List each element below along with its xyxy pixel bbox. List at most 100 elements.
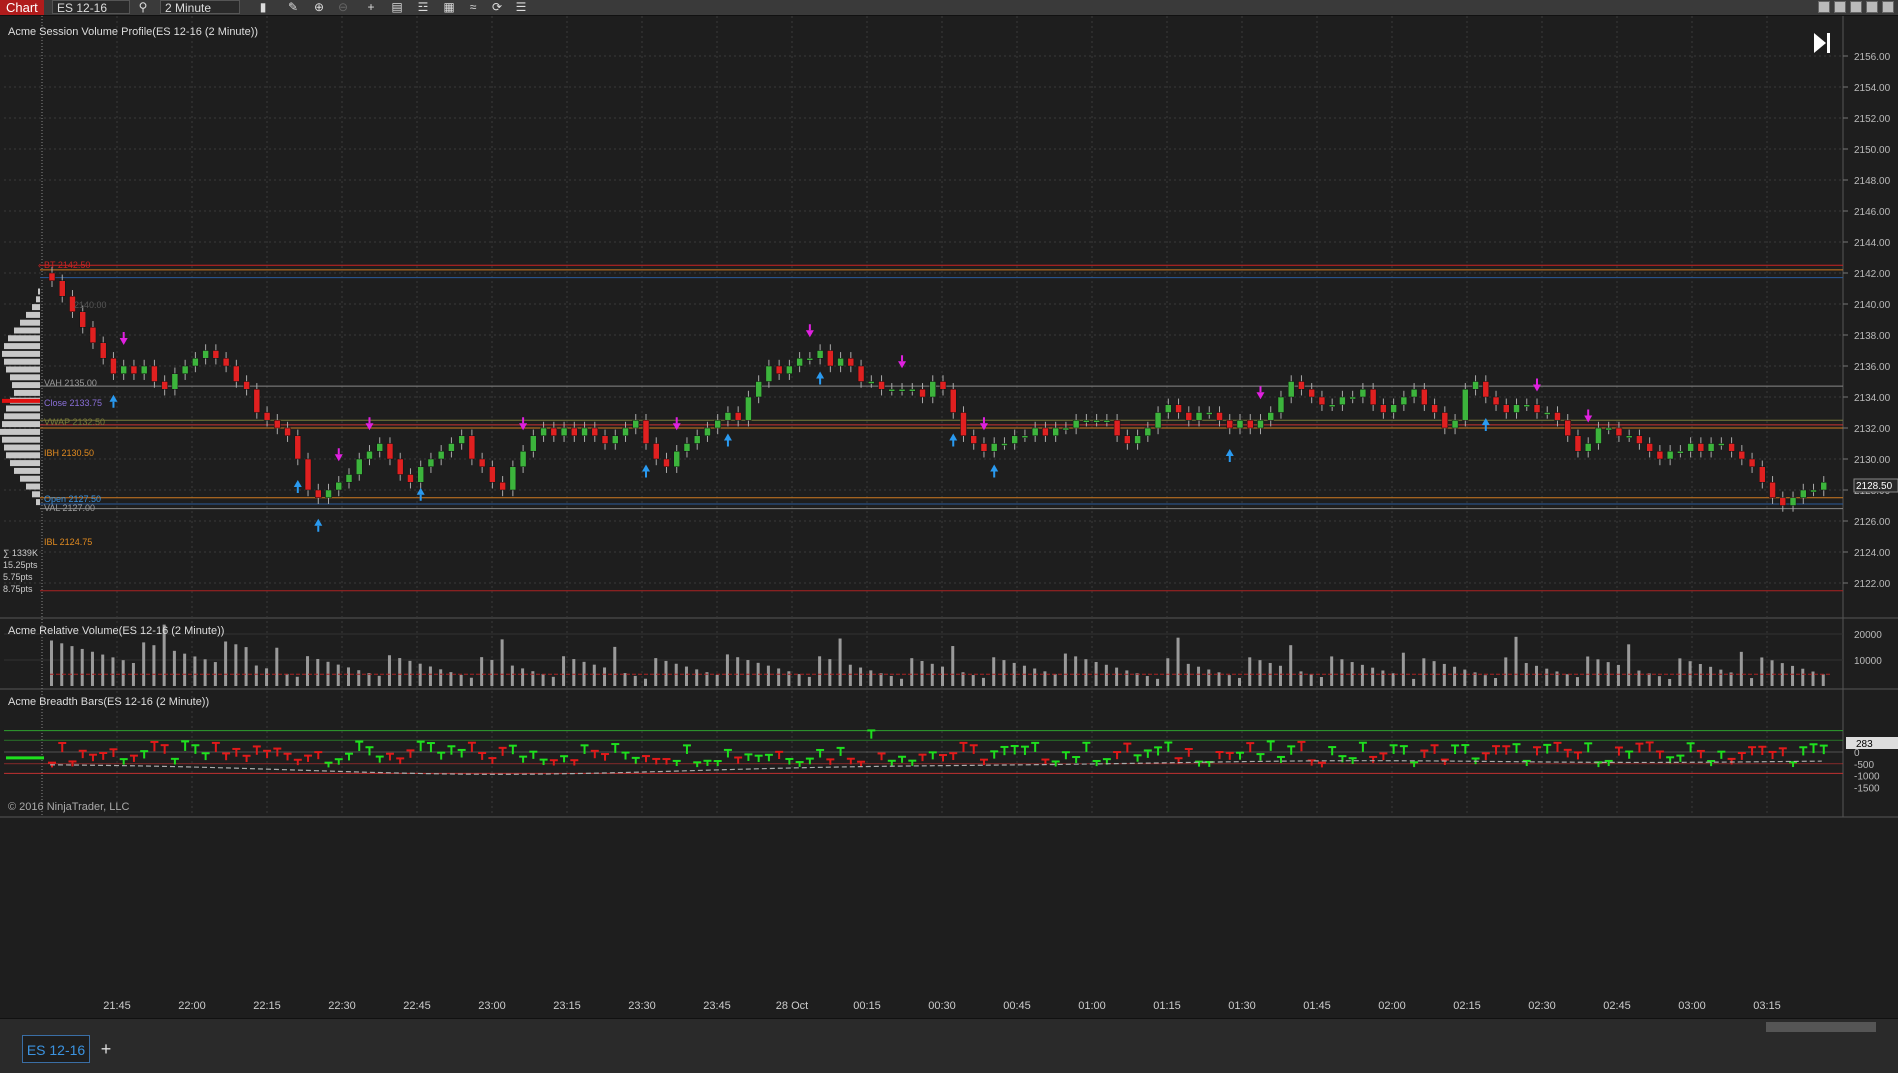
time-axis-label: 23:15 [553, 1000, 581, 1012]
sell-arrow-icon [898, 361, 907, 369]
candle-body [806, 358, 814, 361]
volume-bar [981, 677, 985, 686]
candle-body [745, 396, 752, 421]
volume-bar [644, 678, 647, 686]
candle-body [253, 389, 261, 413]
time-axis-label: 03:00 [1678, 1000, 1706, 1012]
breadth-axis-label: -1500 [1854, 784, 1880, 795]
volume-bar [316, 658, 320, 686]
volume-bar [50, 640, 53, 686]
volume-bar [1770, 660, 1774, 686]
volume-bar [941, 666, 944, 686]
scroll-to-end-icon[interactable] [1814, 33, 1830, 53]
volume-bar [1647, 673, 1651, 686]
sell-arrow-icon [119, 338, 128, 345]
candle-body [202, 350, 209, 359]
strategies-icon[interactable]: ▦ [440, 0, 458, 15]
volume-bar [1125, 670, 1129, 686]
candle-body [1001, 443, 1008, 446]
reload-icon[interactable]: ⟳ [488, 0, 506, 15]
volume-bar [1657, 676, 1661, 686]
candle-body [1154, 412, 1162, 429]
candle-body [130, 365, 138, 374]
volume-bar [562, 656, 566, 686]
minimize-button[interactable] [1850, 1, 1862, 13]
buy-arrow-icon [990, 464, 999, 472]
candle-body [1206, 412, 1213, 415]
time-axis-label: 00:15 [853, 1000, 881, 1012]
candle-body [499, 482, 506, 491]
volume-bar [60, 643, 64, 686]
candle-body [1062, 427, 1070, 431]
candle-body [1165, 404, 1172, 413]
time-axis-label: 02:00 [1378, 1000, 1406, 1012]
zoom-in-icon[interactable]: ⊕ [310, 0, 328, 15]
candle-body [1707, 443, 1715, 452]
bar-style-icon[interactable]: ▮ [254, 0, 272, 15]
maximize-button[interactable] [1866, 1, 1878, 13]
candle-body [571, 427, 578, 436]
buy-arrow-icon [314, 518, 323, 526]
zoom-out-icon[interactable]: ⊖ [334, 0, 352, 15]
volume-bar [777, 668, 781, 686]
crosshair-icon[interactable]: + [362, 0, 380, 15]
volume-bar [838, 638, 842, 686]
volume-bar [910, 658, 914, 686]
volume-axis-label: 10000 [1854, 656, 1882, 667]
stat-range: 15.25pts [3, 560, 38, 570]
volume-bar [152, 645, 156, 686]
candle-body [1103, 420, 1111, 423]
candle-body [796, 358, 803, 367]
instrument-selector[interactable]: ES 12-16 [52, 0, 130, 15]
candle-body [1226, 420, 1234, 429]
drawing-tools-icon[interactable]: ≈ [464, 0, 482, 15]
candle-body [847, 358, 855, 367]
interval-selector[interactable]: 2 Minute [160, 0, 240, 15]
window-restore-button[interactable] [1818, 1, 1830, 13]
level-ibl: IBL 2124.75 [44, 537, 92, 547]
candle-body [1595, 427, 1602, 444]
close-button[interactable] [1882, 1, 1894, 13]
volume-bar [357, 670, 361, 686]
price-axis-label: 2132.00 [1854, 424, 1891, 435]
candle-body [396, 458, 404, 475]
volume-bar [1238, 677, 1241, 686]
indicators-icon[interactable]: ☲ [414, 0, 432, 15]
pencil-icon[interactable]: ✎ [284, 0, 302, 15]
chart-area[interactable]: 2156.00 2154.00 2152.00 2150.00 2148.00 2146.… [0, 16, 1898, 1017]
properties-icon[interactable]: ☰ [512, 0, 530, 15]
volume-bar [807, 676, 811, 686]
volume-bar [1227, 675, 1231, 686]
candle-body [1472, 381, 1479, 390]
window-tile-button[interactable] [1834, 1, 1846, 13]
candle-body [1533, 404, 1541, 413]
search-icon[interactable]: ⚲ [134, 0, 152, 15]
volume-bar [1739, 651, 1743, 686]
chart-canvas[interactable]: 2156.00 2154.00 2152.00 2150.00 2148.00 2146.… [0, 16, 1898, 1017]
candle-body [1380, 404, 1387, 413]
time-axis-label: 22:15 [253, 1000, 281, 1012]
candle-body [1543, 412, 1551, 415]
data-box-icon[interactable]: ▤ [388, 0, 406, 15]
add-tab-icon[interactable]: + [96, 1035, 116, 1063]
volume-bar [1330, 656, 1334, 686]
candle-body [468, 435, 476, 460]
candle-body [765, 365, 773, 382]
candle-body [1769, 482, 1776, 498]
volume-bar [90, 651, 94, 686]
volume-bar [1022, 665, 1026, 686]
candle-body [949, 389, 957, 413]
volume-bar [500, 639, 504, 686]
volume-profile-bar [4, 444, 40, 451]
time-axis-label: 21:45 [103, 1000, 131, 1012]
horizontal-scrollbar[interactable] [1766, 1022, 1876, 1032]
tab-es-12-16[interactable]: ES 12-16 [22, 1035, 90, 1063]
volume-bar [992, 657, 996, 686]
candle-body [1369, 389, 1377, 405]
candle-body [448, 443, 455, 452]
sell-arrow-icon [672, 423, 681, 431]
candle-body [489, 466, 496, 483]
candle-body [1431, 404, 1438, 413]
candle-body [601, 435, 609, 444]
volume-bar [1453, 666, 1457, 686]
